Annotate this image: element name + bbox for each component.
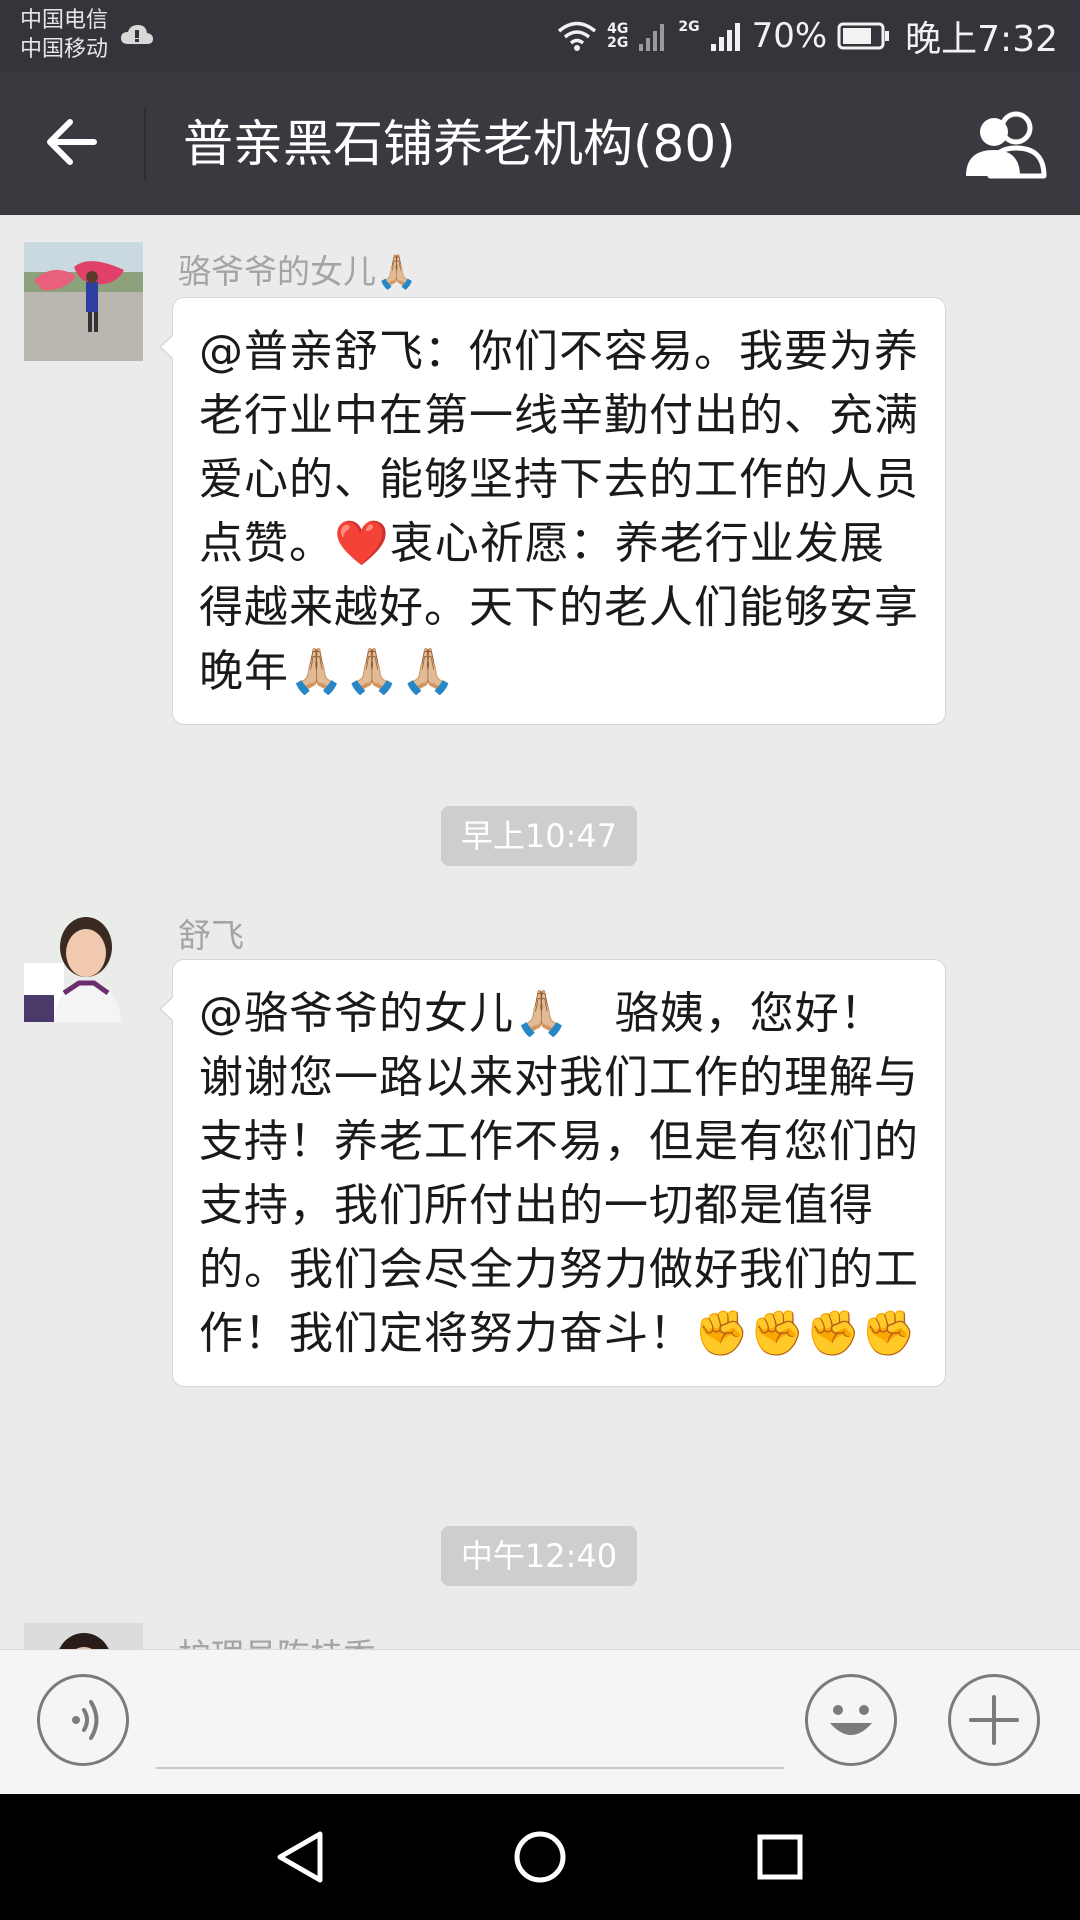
- status-bar: 中国电信 中国移动 4G 2G 2G 70% 晚上7:32: [0, 0, 1080, 72]
- cloud-alert-icon: [121, 25, 153, 44]
- message-list[interactable]: 骆爷爷的女儿🙏🏼 @普亲舒飞：你们不容易。我要为养老行业中在第一线辛勤付出的、充…: [0, 215, 1080, 1649]
- status-clock: 晚上7:32: [905, 19, 1058, 60]
- signal-icon-sim2: [710, 23, 740, 51]
- back-arrow-icon[interactable]: [42, 112, 102, 172]
- header-divider: [144, 108, 146, 180]
- chat-title: 普亲黑石铺养老机构(80): [183, 115, 736, 173]
- sender-name: 舒飞: [178, 916, 244, 955]
- sender-name: 骆爷爷的女儿🙏🏼: [178, 252, 418, 291]
- wifi-icon: [557, 21, 597, 51]
- signal-icon-sim1: [639, 24, 665, 51]
- group-members-icon[interactable]: [960, 110, 1050, 180]
- emoji-button[interactable]: [805, 1674, 897, 1766]
- voice-icon: [72, 1700, 99, 1740]
- system-nav-bar: [0, 1794, 1080, 1920]
- input-bar: [0, 1649, 1080, 1794]
- nav-home-icon[interactable]: [500, 1824, 580, 1890]
- smiley-icon: [830, 1705, 872, 1735]
- nav-back-icon[interactable]: [260, 1824, 340, 1890]
- network-type-secondary: 2G: [678, 19, 700, 35]
- avatar-image: [24, 1623, 143, 1649]
- nav-recents-icon[interactable]: [740, 1824, 820, 1890]
- message-bubble[interactable]: @普亲舒飞：你们不容易。我要为养老行业中在第一线辛勤付出的、充满爱心的、能够坚持…: [159, 297, 946, 725]
- status-indicators: 4G 2G 2G 70% 晚上7:32: [557, 10, 1058, 62]
- chat-header: 普亲黑石铺养老机构(80): [0, 72, 1080, 215]
- avatar-luo-daughter[interactable]: [24, 242, 143, 361]
- voice-input-button[interactable]: [37, 1674, 129, 1766]
- battery-percentage: 70%: [751, 16, 828, 56]
- message-text: @普亲舒飞：你们不容易。我要为养老行业中在第一线辛勤付出的、充满爱心的、能够坚持…: [199, 326, 919, 697]
- carrier-2: 中国移动: [20, 37, 109, 62]
- carrier-info: 中国电信 中国移动: [20, 6, 108, 64]
- message-text: @骆爷爷的女儿🙏🏼 骆姨，您好！谢谢您一路以来对我们工作的理解与支持！养老工作不…: [199, 988, 919, 1359]
- avatar-shu-fei[interactable]: [24, 903, 143, 1022]
- message-input[interactable]: [156, 1680, 784, 1769]
- network-type-primary: 4G 2G: [607, 21, 629, 51]
- sender-name: 护理员陈桂秀: [178, 1629, 376, 1649]
- more-actions-button[interactable]: [948, 1674, 1040, 1766]
- battery-icon: [837, 22, 890, 50]
- avatar-chen-guixiu[interactable]: [24, 1623, 143, 1649]
- timestamp-divider: 早上10:47: [441, 806, 637, 866]
- message-bubble[interactable]: @骆爷爷的女儿🙏🏼 骆姨，您好！谢谢您一路以来对我们工作的理解与支持！养老工作不…: [159, 959, 946, 1387]
- avatar-image: [24, 903, 143, 1022]
- timestamp-divider: 中午12:40: [441, 1526, 637, 1586]
- carrier-1: 中国电信: [20, 8, 109, 33]
- avatar-image: [24, 242, 143, 361]
- plus-icon: [969, 1695, 1019, 1745]
